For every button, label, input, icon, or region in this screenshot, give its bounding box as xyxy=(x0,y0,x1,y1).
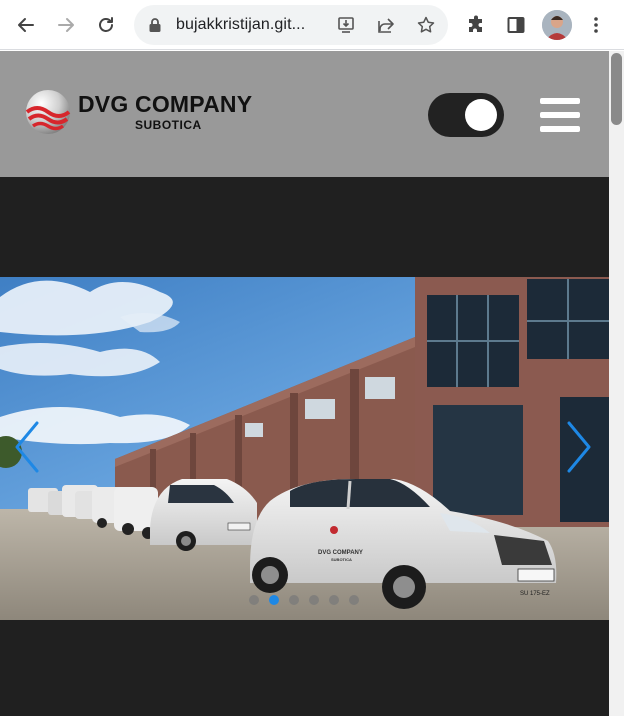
carousel-indicators xyxy=(249,595,359,605)
menu-icon-bar xyxy=(540,112,580,118)
forward-icon xyxy=(58,18,74,32)
install-app-button[interactable] xyxy=(334,13,358,37)
carousel-dot-4[interactable] xyxy=(309,595,319,605)
star-icon xyxy=(417,16,435,33)
scrollbar-thumb[interactable] xyxy=(611,53,622,125)
page-scrollbar[interactable] xyxy=(609,51,624,716)
reload-button[interactable] xyxy=(90,9,122,41)
carousel-dot-2[interactable] xyxy=(269,595,279,605)
bookmark-button[interactable] xyxy=(414,13,438,37)
site-header: DVG COMPANY SUBOTICA xyxy=(0,51,609,177)
logo-sphere-icon xyxy=(25,90,71,134)
carousel-dot-1[interactable] xyxy=(249,595,259,605)
van-brand-text: DVG COMPANY xyxy=(318,550,363,556)
chevron-left-icon xyxy=(15,421,39,473)
browser-toolbar: bujakkristijan.git... xyxy=(0,0,624,50)
carousel-prev-button[interactable] xyxy=(10,419,44,475)
profile-photo-icon xyxy=(542,10,572,40)
carousel-dot-6[interactable] xyxy=(349,595,359,605)
logo-name: DVG COMPANY xyxy=(78,91,253,117)
address-bar[interactable]: bujakkristijan.git... xyxy=(134,5,448,45)
lock-icon[interactable] xyxy=(148,17,162,33)
page-viewport: DVG COMPANY SUBOTICA DVG COMPANY SUBOTIC… xyxy=(0,51,609,716)
extensions-button[interactable] xyxy=(460,9,492,41)
forward-button[interactable] xyxy=(50,9,82,41)
menu-icon-bar xyxy=(540,98,580,104)
dark-mode-toggle[interactable] xyxy=(428,93,504,137)
van-sub-text: SUBOTICA xyxy=(331,557,352,562)
share-button[interactable] xyxy=(374,13,398,37)
license-plate-text: SU 175-EZ xyxy=(520,591,550,597)
browser-menu-button[interactable] xyxy=(580,9,612,41)
extensions-icon xyxy=(469,15,482,32)
chevron-right-icon xyxy=(567,421,591,473)
url-text[interactable]: bujakkristijan.git... xyxy=(176,16,305,34)
back-icon xyxy=(18,18,34,32)
slide-image-fleet xyxy=(0,277,609,620)
hero-carousel: DVG COMPANY SUBOTICA SU 175-EZ xyxy=(0,277,609,620)
side-panel-button[interactable] xyxy=(500,9,532,41)
company-logo[interactable]: DVG COMPANY SUBOTICA xyxy=(24,86,264,138)
carousel-dot-3[interactable] xyxy=(289,595,299,605)
more-icon xyxy=(594,17,598,33)
back-button[interactable] xyxy=(10,9,42,41)
menu-button[interactable] xyxy=(540,98,580,132)
share-icon xyxy=(378,18,394,33)
install-icon xyxy=(338,17,354,33)
carousel-dot-5[interactable] xyxy=(329,595,339,605)
side-panel-icon xyxy=(507,17,525,33)
reload-icon xyxy=(99,17,113,32)
carousel-next-button[interactable] xyxy=(562,419,596,475)
profile-avatar[interactable] xyxy=(542,10,572,40)
menu-icon-bar xyxy=(540,126,580,132)
logo-subtitle: SUBOTICA xyxy=(135,118,202,132)
toggle-knob xyxy=(465,99,497,131)
